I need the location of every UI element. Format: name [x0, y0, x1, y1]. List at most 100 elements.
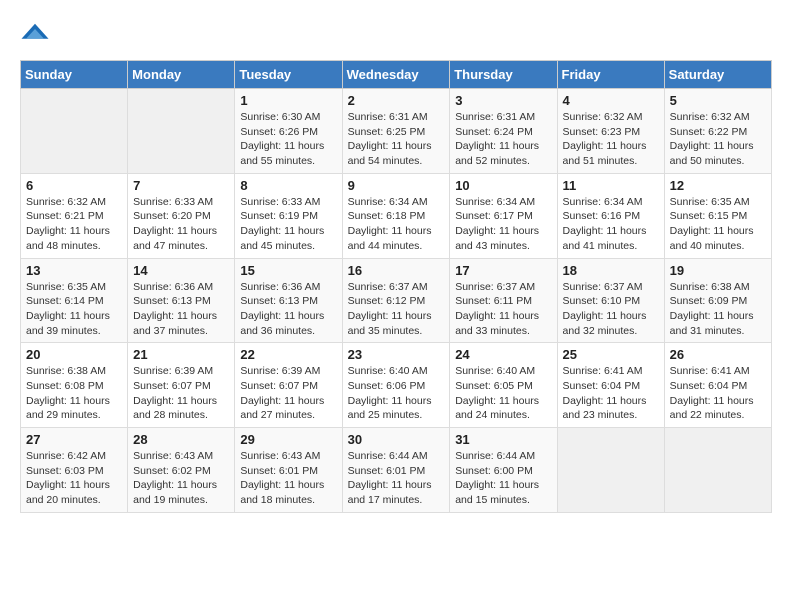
calendar-header-row: SundayMondayTuesdayWednesdayThursdayFrid… [21, 61, 772, 89]
day-number: 20 [26, 347, 122, 362]
day-number: 30 [348, 432, 445, 447]
day-number: 17 [455, 263, 551, 278]
day-number: 19 [670, 263, 766, 278]
day-info: Sunrise: 6:31 AM Sunset: 6:25 PM Dayligh… [348, 110, 445, 169]
calendar-cell: 22 Sunrise: 6:39 AM Sunset: 6:07 PM Dayli… [235, 343, 342, 428]
calendar-cell: 24 Sunrise: 6:40 AM Sunset: 6:05 PM Dayli… [450, 343, 557, 428]
day-info: Sunrise: 6:32 AM Sunset: 6:23 PM Dayligh… [563, 110, 659, 169]
day-info: Sunrise: 6:39 AM Sunset: 6:07 PM Dayligh… [240, 364, 336, 423]
calendar-cell: 1 Sunrise: 6:30 AM Sunset: 6:26 PM Daylig… [235, 89, 342, 174]
day-number: 14 [133, 263, 229, 278]
day-of-week-header: Thursday [450, 61, 557, 89]
day-number: 5 [670, 93, 766, 108]
day-of-week-header: Monday [128, 61, 235, 89]
day-of-week-header: Saturday [664, 61, 771, 89]
calendar-cell: 2 Sunrise: 6:31 AM Sunset: 6:25 PM Daylig… [342, 89, 450, 174]
day-info: Sunrise: 6:34 AM Sunset: 6:18 PM Dayligh… [348, 195, 445, 254]
day-number: 2 [348, 93, 445, 108]
day-info: Sunrise: 6:34 AM Sunset: 6:16 PM Dayligh… [563, 195, 659, 254]
day-number: 13 [26, 263, 122, 278]
day-info: Sunrise: 6:43 AM Sunset: 6:02 PM Dayligh… [133, 449, 229, 508]
day-info: Sunrise: 6:40 AM Sunset: 6:06 PM Dayligh… [348, 364, 445, 423]
day-number: 7 [133, 178, 229, 193]
calendar-cell: 5 Sunrise: 6:32 AM Sunset: 6:22 PM Daylig… [664, 89, 771, 174]
day-info: Sunrise: 6:35 AM Sunset: 6:14 PM Dayligh… [26, 280, 122, 339]
day-number: 10 [455, 178, 551, 193]
day-of-week-header: Tuesday [235, 61, 342, 89]
day-number: 18 [563, 263, 659, 278]
calendar-cell [128, 89, 235, 174]
day-number: 28 [133, 432, 229, 447]
logo-icon [20, 20, 50, 50]
calendar-cell: 6Sunrise: 6:32 AM Sunset: 6:21 PM Daylig… [21, 173, 128, 258]
calendar-cell: 15 Sunrise: 6:36 AM Sunset: 6:13 PM Dayli… [235, 258, 342, 343]
calendar-cell: 27 Sunrise: 6:42 AM Sunset: 6:03 PM Dayli… [21, 428, 128, 513]
calendar-cell: 30 Sunrise: 6:44 AM Sunset: 6:01 PM Dayli… [342, 428, 450, 513]
day-number: 4 [563, 93, 659, 108]
day-info: Sunrise: 6:41 AM Sunset: 6:04 PM Dayligh… [563, 364, 659, 423]
day-info: Sunrise: 6:38 AM Sunset: 6:09 PM Dayligh… [670, 280, 766, 339]
day-of-week-header: Sunday [21, 61, 128, 89]
day-info: Sunrise: 6:36 AM Sunset: 6:13 PM Dayligh… [240, 280, 336, 339]
logo [20, 20, 54, 50]
calendar-cell: 14 Sunrise: 6:36 AM Sunset: 6:13 PM Dayli… [128, 258, 235, 343]
calendar-week-row: 13 Sunrise: 6:35 AM Sunset: 6:14 PM Dayli… [21, 258, 772, 343]
day-info: Sunrise: 6:37 AM Sunset: 6:12 PM Dayligh… [348, 280, 445, 339]
day-info: Sunrise: 6:36 AM Sunset: 6:13 PM Dayligh… [133, 280, 229, 339]
calendar-cell: 7 Sunrise: 6:33 AM Sunset: 6:20 PM Daylig… [128, 173, 235, 258]
calendar-cell: 19 Sunrise: 6:38 AM Sunset: 6:09 PM Dayli… [664, 258, 771, 343]
day-number: 22 [240, 347, 336, 362]
calendar-cell: 9 Sunrise: 6:34 AM Sunset: 6:18 PM Daylig… [342, 173, 450, 258]
day-number: 27 [26, 432, 122, 447]
calendar-cell: 10 Sunrise: 6:34 AM Sunset: 6:17 PM Dayli… [450, 173, 557, 258]
day-number: 1 [240, 93, 336, 108]
day-number: 31 [455, 432, 551, 447]
calendar-cell: 29Sunrise: 6:43 AM Sunset: 6:01 PM Dayli… [235, 428, 342, 513]
day-number: 16 [348, 263, 445, 278]
calendar-cell: 8Sunrise: 6:33 AM Sunset: 6:19 PM Daylig… [235, 173, 342, 258]
calendar-cell: 16 Sunrise: 6:37 AM Sunset: 6:12 PM Dayli… [342, 258, 450, 343]
day-info: Sunrise: 6:40 AM Sunset: 6:05 PM Dayligh… [455, 364, 551, 423]
day-info: Sunrise: 6:32 AM Sunset: 6:21 PM Dayligh… [26, 195, 122, 254]
day-info: Sunrise: 6:30 AM Sunset: 6:26 PM Dayligh… [240, 110, 336, 169]
calendar-cell [557, 428, 664, 513]
calendar-week-row: 20Sunrise: 6:38 AM Sunset: 6:08 PM Dayli… [21, 343, 772, 428]
day-number: 15 [240, 263, 336, 278]
day-of-week-header: Wednesday [342, 61, 450, 89]
calendar-week-row: 27 Sunrise: 6:42 AM Sunset: 6:03 PM Dayli… [21, 428, 772, 513]
calendar-week-row: 1 Sunrise: 6:30 AM Sunset: 6:26 PM Daylig… [21, 89, 772, 174]
calendar-cell: 18Sunrise: 6:37 AM Sunset: 6:10 PM Dayli… [557, 258, 664, 343]
day-of-week-header: Friday [557, 61, 664, 89]
day-info: Sunrise: 6:33 AM Sunset: 6:20 PM Dayligh… [133, 195, 229, 254]
calendar-cell [21, 89, 128, 174]
day-number: 24 [455, 347, 551, 362]
day-number: 21 [133, 347, 229, 362]
day-info: Sunrise: 6:32 AM Sunset: 6:22 PM Dayligh… [670, 110, 766, 169]
day-number: 23 [348, 347, 445, 362]
calendar-cell: 31Sunrise: 6:44 AM Sunset: 6:00 PM Dayli… [450, 428, 557, 513]
calendar-cell: 3 Sunrise: 6:31 AM Sunset: 6:24 PM Daylig… [450, 89, 557, 174]
day-info: Sunrise: 6:31 AM Sunset: 6:24 PM Dayligh… [455, 110, 551, 169]
day-number: 29 [240, 432, 336, 447]
calendar-cell: 28 Sunrise: 6:43 AM Sunset: 6:02 PM Dayli… [128, 428, 235, 513]
day-info: Sunrise: 6:39 AM Sunset: 6:07 PM Dayligh… [133, 364, 229, 423]
day-number: 25 [563, 347, 659, 362]
calendar-cell: 21 Sunrise: 6:39 AM Sunset: 6:07 PM Dayli… [128, 343, 235, 428]
calendar-cell: 23 Sunrise: 6:40 AM Sunset: 6:06 PM Dayli… [342, 343, 450, 428]
calendar-cell: 11 Sunrise: 6:34 AM Sunset: 6:16 PM Dayli… [557, 173, 664, 258]
day-number: 3 [455, 93, 551, 108]
day-number: 26 [670, 347, 766, 362]
calendar-cell [664, 428, 771, 513]
day-info: Sunrise: 6:34 AM Sunset: 6:17 PM Dayligh… [455, 195, 551, 254]
calendar-cell: 26 Sunrise: 6:41 AM Sunset: 6:04 PM Dayli… [664, 343, 771, 428]
day-number: 9 [348, 178, 445, 193]
calendar-table: SundayMondayTuesdayWednesdayThursdayFrid… [20, 60, 772, 513]
day-number: 11 [563, 178, 659, 193]
calendar-cell: 17Sunrise: 6:37 AM Sunset: 6:11 PM Dayli… [450, 258, 557, 343]
day-info: Sunrise: 6:41 AM Sunset: 6:04 PM Dayligh… [670, 364, 766, 423]
day-info: Sunrise: 6:42 AM Sunset: 6:03 PM Dayligh… [26, 449, 122, 508]
calendar-cell: 13 Sunrise: 6:35 AM Sunset: 6:14 PM Dayli… [21, 258, 128, 343]
day-number: 12 [670, 178, 766, 193]
calendar-cell: 12Sunrise: 6:35 AM Sunset: 6:15 PM Dayli… [664, 173, 771, 258]
day-info: Sunrise: 6:44 AM Sunset: 6:01 PM Dayligh… [348, 449, 445, 508]
